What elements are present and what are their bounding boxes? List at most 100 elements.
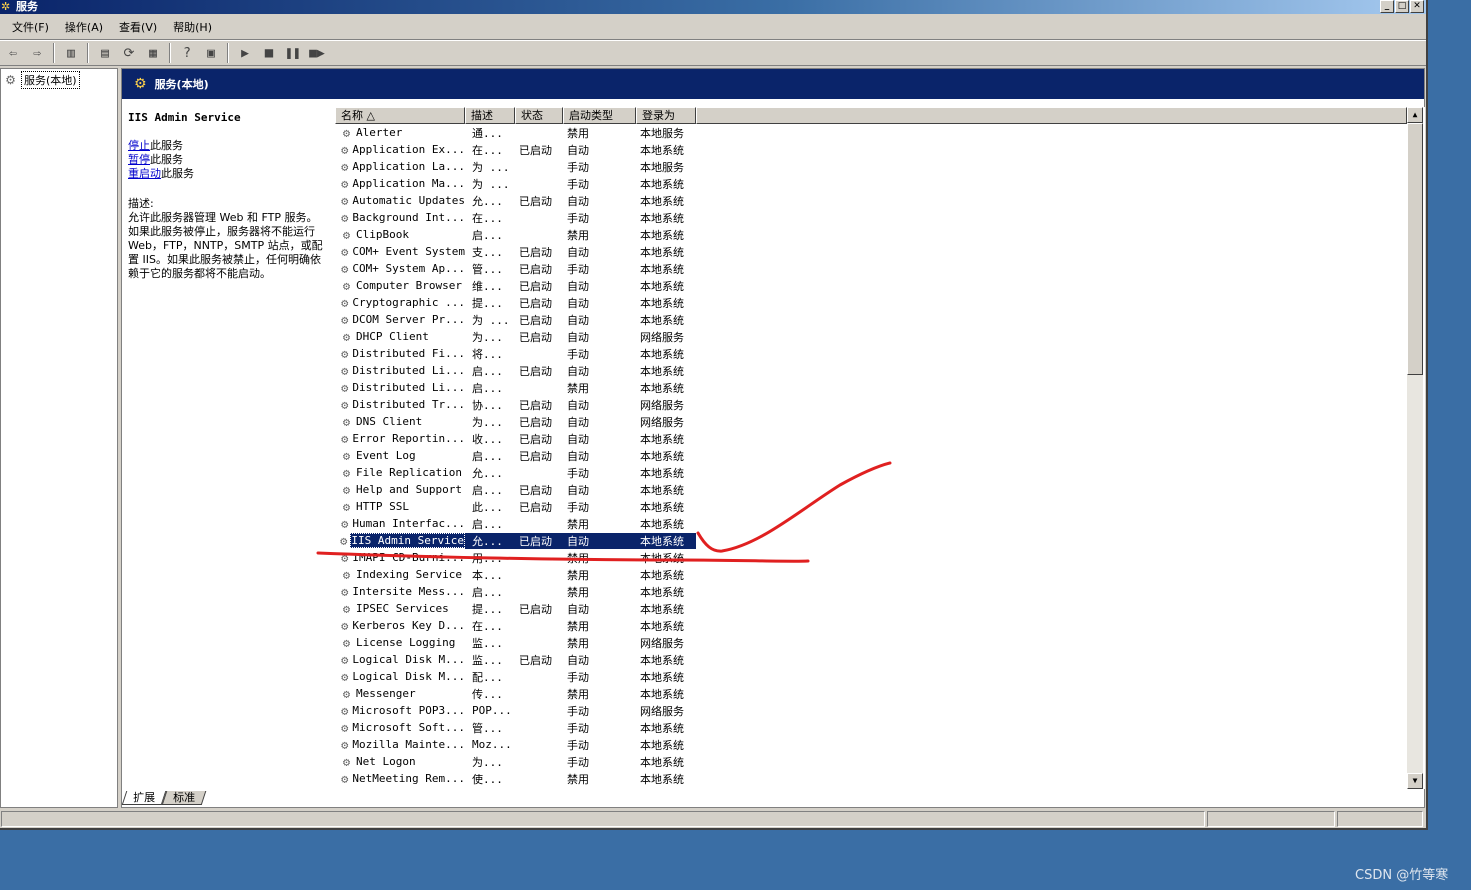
pause-service-link[interactable]: 暂停 — [128, 153, 150, 166]
service-row[interactable]: ⚙ Net Logon 为... 手动 本地系统 — [335, 753, 1407, 770]
service-row[interactable]: ⚙ Computer Browser 维... 已启动 自动 本地系统 — [335, 277, 1407, 294]
service-row[interactable]: ⚙ NetMeeting Rem... 使... 禁用 本地系统 — [335, 770, 1407, 787]
scroll-down-icon[interactable]: ▼ — [1407, 773, 1423, 789]
service-row[interactable]: ⚙ COM+ System Ap... 管... 已启动 手动 本地系统 — [335, 260, 1407, 277]
service-row[interactable]: ⚙ Background Int... 在... 手动 本地系统 — [335, 209, 1407, 226]
restart-service-icon[interactable]: ■▶ — [306, 42, 328, 64]
stop-service-link[interactable]: 停止 — [128, 139, 150, 152]
service-row[interactable]: ⚙ Error Reportin... 收... 已启动 自动 本地系统 — [335, 430, 1407, 447]
service-row[interactable]: ⚙ Human Interfac... 启... 禁用 本地系统 — [335, 515, 1407, 532]
close-button[interactable]: ✕ — [1410, 0, 1424, 13]
service-row[interactable]: ⚙ Distributed Fi... 将... 手动 本地系统 — [335, 345, 1407, 362]
title-bar[interactable]: ✲ 服务 _ □ ✕ — [0, 0, 1426, 14]
service-description: 管... — [472, 721, 503, 735]
service-row[interactable]: ⚙ Intersite Mess... 启... 禁用 本地系统 — [335, 583, 1407, 600]
details-pane: ⚙ 服务(本地) IIS Admin Service 停止此服务 暂停此服务 重… — [121, 68, 1425, 808]
scroll-thumb[interactable] — [1407, 123, 1423, 375]
service-startup-type: 禁用 — [567, 636, 589, 650]
menu-action[interactable]: 操作(A) — [57, 19, 111, 35]
service-row[interactable]: ⚙ Application La... 为 ... 手动 本地服务 — [335, 158, 1407, 175]
tree-node-services-local[interactable]: ⚙ 服务(本地) — [3, 71, 80, 89]
service-row[interactable]: ⚙ DHCP Client 为... 已启动 自动 网络服务 — [335, 328, 1407, 345]
maximize-button[interactable]: □ — [1395, 0, 1409, 13]
service-row[interactable]: ⚙ Help and Support 启... 已启动 自动 本地系统 — [335, 481, 1407, 498]
service-description: 启... — [472, 585, 503, 599]
service-name-cell: ⚙ Mozilla Mainte... — [335, 738, 465, 752]
service-row[interactable]: ⚙ HTTP SSL 此... 已启动 手动 本地系统 — [335, 498, 1407, 515]
service-logon-as: 本地系统 — [640, 449, 684, 463]
service-logon-as: 本地系统 — [640, 296, 684, 310]
service-row[interactable]: ⚙ Logical Disk M... 配... 手动 本地系统 — [335, 668, 1407, 685]
menu-file[interactable]: 文件(F) — [4, 19, 57, 35]
service-name-cell: ⚙ Application La... — [335, 160, 465, 174]
back-arrow-icon[interactable]: ⇦ — [2, 42, 24, 64]
service-row[interactable]: ⚙ Automatic Updates 允... 已启动 自动 本地系统 — [335, 192, 1407, 209]
stop-service-icon[interactable]: ■ — [258, 42, 280, 64]
column-header-name[interactable]: 名称 △ — [335, 107, 465, 124]
column-header-status[interactable]: 状态 — [515, 107, 563, 124]
service-row[interactable]: ⚙ DCOM Server Pr... 为 ... 已启动 自动 本地系统 — [335, 311, 1407, 328]
service-row[interactable]: ⚙ IIS Admin Service 允... 已启动 自动 本地系统 — [335, 532, 1407, 549]
service-row[interactable]: ⚙ IMAPI CD-Burni... 用... 禁用 本地系统 — [335, 549, 1407, 566]
service-gear-icon: ⚙ — [341, 312, 349, 327]
service-row[interactable]: ⚙ Distributed Li... 启... 已启动 自动 本地系统 — [335, 362, 1407, 379]
column-header-logon-as[interactable]: 登录为 — [636, 107, 696, 124]
pause-service-icon[interactable]: ❚❚ — [282, 42, 304, 64]
service-gear-icon: ⚙ — [341, 363, 349, 378]
minimize-button[interactable]: _ — [1380, 0, 1394, 13]
service-row[interactable]: ⚙ Alerter 通... 禁用 本地服务 — [335, 124, 1407, 141]
refresh-icon[interactable]: ⟳ — [118, 42, 140, 64]
service-row[interactable]: ⚙ License Logging 监... 禁用 网络服务 — [335, 634, 1407, 651]
start-service-icon[interactable]: ▶ — [234, 42, 256, 64]
service-row[interactable]: ⚙ Distributed Tr... 协... 已启动 自动 网络服务 — [335, 396, 1407, 413]
service-gear-icon: ⚙ — [341, 244, 349, 259]
properties-icon[interactable]: ▤ — [94, 42, 116, 64]
column-header-startup-type[interactable]: 启动类型 — [563, 107, 636, 124]
service-name-cell: ⚙ NetMeeting Rem... — [335, 772, 465, 786]
service-description: POP... — [472, 704, 512, 717]
service-row[interactable]: ⚙ Kerberos Key D... 在... 禁用 本地系统 — [335, 617, 1407, 634]
service-description: 维... — [472, 279, 503, 293]
vertical-scrollbar[interactable]: ▲ ▼ — [1407, 107, 1423, 789]
service-startup-type: 自动 — [567, 143, 589, 157]
service-row[interactable]: ⚙ Application Ex... 在... 已启动 自动 本地系统 — [335, 141, 1407, 158]
service-name: Microsoft Soft... — [352, 721, 465, 734]
service-row[interactable]: ⚙ Logical Disk M... 监... 已启动 自动 本地系统 — [335, 651, 1407, 668]
service-row[interactable]: ⚙ COM+ Event System 支... 已启动 自动 本地系统 — [335, 243, 1407, 260]
tree-node-label: 服务(本地) — [21, 71, 80, 89]
menu-help[interactable]: 帮助(H) — [165, 19, 220, 35]
scroll-up-icon[interactable]: ▲ — [1407, 107, 1423, 123]
help-icon[interactable]: ? — [176, 42, 198, 64]
service-row[interactable]: ⚙ DNS Client 为... 已启动 自动 网络服务 — [335, 413, 1407, 430]
tab-standard[interactable]: 标准 — [161, 791, 207, 805]
service-row[interactable]: ⚙ IPSEC Services 提... 已启动 自动 本地系统 — [335, 600, 1407, 617]
action-pane-icon[interactable]: ▣ — [200, 42, 222, 64]
service-row[interactable]: ⚙ Microsoft POP3... POP... 手动 网络服务 — [335, 702, 1407, 719]
service-row[interactable]: ⚙ Application Ma... 为 ... 手动 本地系统 — [335, 175, 1407, 192]
column-header-description[interactable]: 描述 — [465, 107, 515, 124]
service-row[interactable]: ⚙ Indexing Service 本... 禁用 本地系统 — [335, 566, 1407, 583]
service-gear-icon: ⚙ — [341, 380, 349, 395]
service-row[interactable]: ⚙ Microsoft Soft... 管... 手动 本地系统 — [335, 719, 1407, 736]
service-gear-icon: ⚙ — [341, 159, 349, 174]
service-startup-type: 手动 — [567, 721, 589, 735]
service-row[interactable]: ⚙ Mozilla Mainte... Moz... 手动 本地系统 — [335, 736, 1407, 753]
service-row[interactable]: ⚙ File Replication 允... 手动 本地系统 — [335, 464, 1407, 481]
forward-arrow-icon[interactable]: ⇨ — [26, 42, 48, 64]
service-row[interactable]: ⚙ Event Log 启... 已启动 自动 本地系统 — [335, 447, 1407, 464]
service-row[interactable]: ⚙ ClipBook 启... 禁用 本地系统 — [335, 226, 1407, 243]
menu-view[interactable]: 查看(V) — [111, 19, 165, 35]
service-row[interactable]: ⚙ Distributed Li... 启... 禁用 本地系统 — [335, 379, 1407, 396]
service-row[interactable]: ⚙ Cryptographic ... 提... 已启动 自动 本地系统 — [335, 294, 1407, 311]
export-list-icon[interactable]: ▦ — [142, 42, 164, 64]
service-logon-as: 本地服务 — [640, 160, 684, 174]
service-row[interactable]: ⚙ Messenger 传... 禁用 本地系统 — [335, 685, 1407, 702]
tab-extended[interactable]: 扩展 — [121, 791, 167, 805]
service-logon-as: 本地系统 — [640, 211, 684, 225]
service-name-cell: ⚙ Microsoft Soft... — [335, 721, 465, 735]
show-hide-tree-icon[interactable]: ▥ — [60, 42, 82, 64]
restart-service-link[interactable]: 重启动 — [128, 167, 161, 180]
service-logon-as: 网络服务 — [640, 636, 684, 650]
service-logon-as: 本地系统 — [640, 670, 684, 684]
service-gear-icon: ⚙ — [341, 669, 349, 684]
